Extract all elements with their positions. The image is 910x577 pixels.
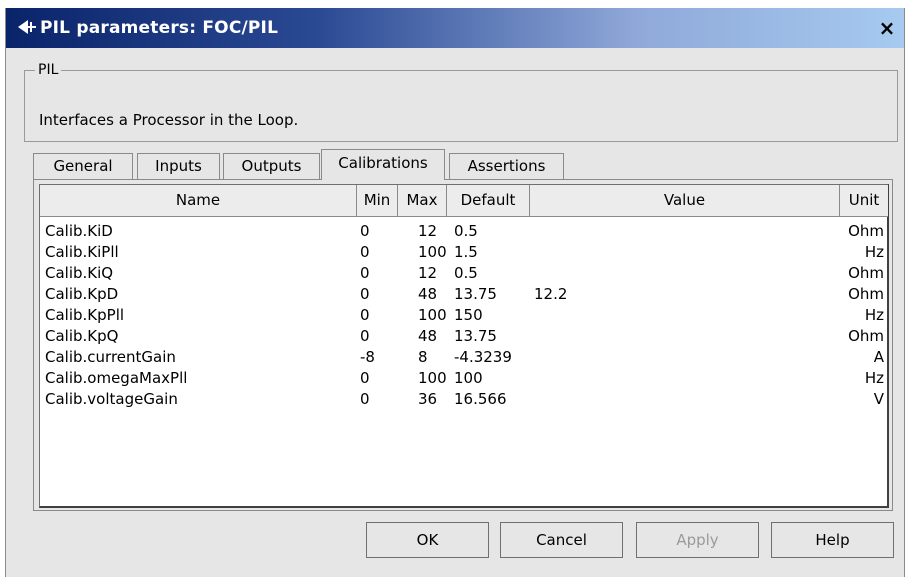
cell-value[interactable]	[534, 368, 734, 389]
cell-value[interactable]	[534, 221, 734, 242]
cell-value[interactable]	[534, 389, 734, 410]
table-row[interactable]: Calib.KpD 0 48 13.75 12.2 Ohm	[40, 284, 888, 305]
cell-min: 0	[360, 222, 370, 240]
cell-default: 100	[454, 369, 483, 387]
title-bar[interactable]: PIL parameters: FOC/PIL ×	[6, 8, 904, 48]
cell-name: Calib.KiPll	[45, 243, 119, 261]
cell-unit: V	[873, 390, 884, 408]
column-header-min[interactable]: Min	[357, 185, 398, 217]
window-title: PIL parameters: FOC/PIL	[40, 18, 279, 38]
cell-unit: Ohm	[848, 222, 884, 240]
table-row[interactable]: Calib.KpPll 0 100 150 Hz	[40, 305, 888, 326]
cell-max: 100	[418, 369, 447, 387]
cell-default: 16.566	[454, 390, 507, 408]
cell-default: 13.75	[454, 327, 497, 345]
tab-outputs[interactable]: Outputs	[223, 153, 320, 179]
cell-name: Calib.omegaMaxPll	[45, 369, 188, 387]
cell-default: 150	[454, 306, 483, 324]
table-row[interactable]: Calib.KiQ 0 12 0.5 Ohm	[40, 263, 888, 284]
table-row[interactable]: Calib.KiD 0 12 0.5 Ohm	[40, 221, 888, 242]
cell-unit: A	[873, 348, 884, 366]
column-header-default[interactable]: Default	[447, 185, 530, 217]
cell-max: 12	[418, 264, 438, 282]
cell-min: 0	[360, 327, 370, 345]
tab-inputs[interactable]: Inputs	[137, 153, 220, 179]
pil-block-icon	[16, 17, 38, 37]
cell-unit: Ohm	[848, 285, 884, 303]
cell-name: Calib.KpD	[45, 285, 119, 303]
table-row[interactable]: Calib.KiPll 0 100 1.5 Hz	[40, 242, 888, 263]
help-button[interactable]: Help	[771, 522, 894, 558]
cell-default: 1.5	[454, 243, 478, 261]
table-row[interactable]: Calib.currentGain -8 8 -4.3239 A	[40, 347, 888, 368]
groupbox-legend: PIL	[35, 62, 62, 78]
cell-value[interactable]	[534, 263, 734, 284]
ok-button[interactable]: OK	[366, 522, 489, 558]
cell-value[interactable]	[534, 305, 734, 326]
cell-min: -8	[360, 348, 375, 366]
cancel-button[interactable]: Cancel	[500, 522, 623, 558]
cell-unit: Hz	[864, 369, 884, 387]
cell-name: Calib.KpQ	[45, 327, 119, 345]
cell-name: Calib.currentGain	[45, 348, 176, 366]
cell-max: 36	[418, 390, 438, 408]
column-header-max[interactable]: Max	[398, 185, 447, 217]
table-row[interactable]: Calib.KpQ 0 48 13.75 Ohm	[40, 326, 888, 347]
cell-min: 0	[360, 390, 370, 408]
cell-name: Calib.voltageGain	[45, 390, 178, 408]
calibrations-panel: Name Min Max Default Value Unit Calib.Ki…	[33, 179, 893, 511]
table-row[interactable]: Calib.voltageGain 0 36 16.566 V	[40, 389, 888, 410]
cell-min: 0	[360, 264, 370, 282]
cell-max: 100	[418, 306, 447, 324]
cell-max: 12	[418, 222, 438, 240]
calibrations-table: Name Min Max Default Value Unit Calib.Ki…	[39, 184, 889, 508]
cell-max: 8	[418, 348, 428, 366]
column-header-value[interactable]: Value	[530, 185, 840, 217]
table-row[interactable]: Calib.omegaMaxPll 0 100 100 Hz	[40, 368, 888, 389]
cell-unit: Ohm	[848, 327, 884, 345]
cell-default: 0.5	[454, 264, 478, 282]
cell-value[interactable]	[534, 347, 734, 368]
cell-unit: Hz	[864, 306, 884, 324]
cell-unit: Hz	[864, 243, 884, 261]
column-header-name[interactable]: Name	[40, 185, 357, 217]
cell-min: 0	[360, 243, 370, 261]
cell-min: 0	[360, 306, 370, 324]
tab-calibrations[interactable]: Calibrations	[321, 149, 445, 180]
cell-default: -4.3239	[454, 348, 512, 366]
cell-min: 0	[360, 285, 370, 303]
tab-general[interactable]: General	[33, 153, 133, 179]
cell-name: Calib.KpPll	[45, 306, 125, 324]
cell-default: 13.75	[454, 285, 497, 303]
cell-max: 100	[418, 243, 447, 261]
column-header-unit[interactable]: Unit	[840, 185, 888, 217]
table-header: Name Min Max Default Value Unit	[40, 185, 888, 217]
apply-button[interactable]: Apply	[636, 522, 759, 558]
cell-unit: Ohm	[848, 264, 884, 282]
cell-value[interactable]	[534, 326, 734, 347]
cell-max: 48	[418, 327, 438, 345]
cell-default: 0.5	[454, 222, 478, 240]
groupbox-description: Interfaces a Processor in the Loop.	[39, 111, 299, 129]
cell-name: Calib.KiD	[45, 222, 113, 240]
close-icon[interactable]: ×	[876, 17, 898, 39]
tab-assertions[interactable]: Assertions	[449, 153, 564, 179]
cell-min: 0	[360, 369, 370, 387]
cell-max: 48	[418, 285, 438, 303]
cell-name: Calib.KiQ	[45, 264, 114, 282]
pil-groupbox: PIL Interfaces a Processor in the Loop.	[24, 62, 898, 142]
cell-value[interactable]: 12.2	[534, 284, 734, 305]
cell-value[interactable]	[534, 242, 734, 263]
